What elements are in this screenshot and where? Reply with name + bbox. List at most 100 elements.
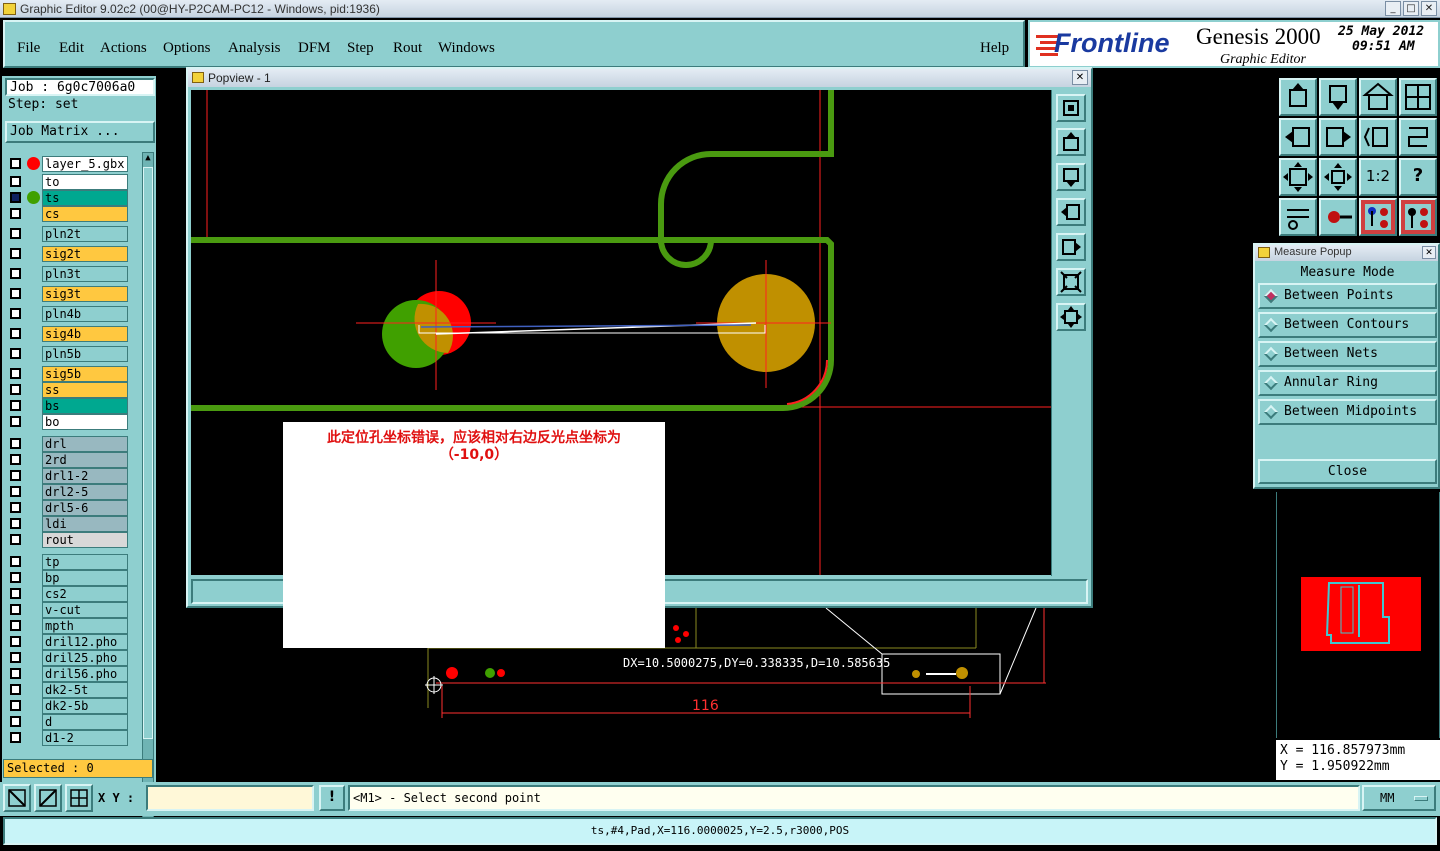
window-tool[interactable] — [1399, 78, 1437, 116]
menu-options[interactable]: Options — [163, 40, 211, 57]
layer-row[interactable]: d1-2 — [6, 730, 128, 746]
layer-name[interactable]: dk2-5t — [42, 682, 128, 698]
layer-checkbox[interactable] — [10, 684, 21, 695]
layer-name[interactable]: drl2-5 — [42, 484, 128, 500]
layer-name[interactable]: cs2 — [42, 586, 128, 602]
layer-name[interactable]: d — [42, 714, 128, 730]
layer-row[interactable]: ss — [6, 382, 128, 398]
layer-name[interactable]: layer_5.gbx — [42, 156, 128, 172]
radio-diamond-icon[interactable] — [1263, 404, 1279, 420]
radio-diamond-icon[interactable] — [1263, 346, 1279, 362]
layer-row[interactable]: dk2-5b — [6, 698, 128, 714]
layer-row[interactable]: pln3t — [6, 266, 128, 282]
home-tool[interactable] — [1359, 78, 1397, 116]
pan-up-button[interactable] — [1056, 128, 1086, 156]
layer-name[interactable]: pln2t — [42, 226, 128, 242]
layer-checkbox[interactable] — [10, 502, 21, 513]
layer-checkbox[interactable] — [10, 620, 21, 631]
layer-name[interactable]: d1-2 — [42, 730, 128, 746]
layer-row[interactable]: sig4b — [6, 326, 128, 342]
menu-file[interactable]: File — [17, 40, 40, 57]
radio-diamond-icon[interactable] — [1263, 375, 1279, 391]
scroll-up-icon[interactable]: ▲ — [143, 153, 153, 165]
layer-name[interactable]: sig2t — [42, 246, 128, 262]
layer-name[interactable]: sig3t — [42, 286, 128, 302]
zoom-home-button[interactable] — [1056, 94, 1086, 122]
minimize-button[interactable]: _ — [1385, 1, 1401, 16]
layer-checkbox[interactable] — [10, 518, 21, 529]
layer-checkbox[interactable] — [10, 348, 21, 359]
close-window-button[interactable]: ✕ — [1421, 1, 1437, 16]
layer-checkbox[interactable] — [10, 416, 21, 427]
layer-checkbox[interactable] — [10, 288, 21, 299]
popview-close-button[interactable]: ✕ — [1072, 70, 1088, 85]
grid-tool-button[interactable] — [65, 784, 93, 812]
measure-option[interactable]: Between Nets — [1258, 341, 1437, 367]
maximize-button[interactable]: □ — [1403, 1, 1419, 16]
layer-compare-tool[interactable] — [1359, 198, 1397, 236]
measure-close-button[interactable]: Close — [1258, 459, 1437, 484]
layer-row[interactable]: dril56.pho — [6, 666, 128, 682]
layer-row[interactable]: layer_5.gbx — [6, 156, 128, 172]
layer-row[interactable]: bo — [6, 414, 128, 430]
measure-option[interactable]: Between Contours — [1258, 312, 1437, 338]
layer-row[interactable]: v-cut — [6, 602, 128, 618]
pan-right-button[interactable] — [1056, 233, 1086, 261]
layer-checkbox[interactable] — [10, 534, 21, 545]
layer-checkbox[interactable] — [10, 700, 21, 711]
layer-row[interactable]: cs2 — [6, 586, 128, 602]
pan-right-tool[interactable] — [1319, 118, 1357, 156]
select-tool-button[interactable] — [3, 784, 31, 812]
layer-name[interactable]: drl1-2 — [42, 468, 128, 484]
layer-name[interactable]: sig5b — [42, 366, 128, 382]
layer-checkbox[interactable] — [10, 668, 21, 679]
layer-name[interactable]: cs — [42, 206, 128, 222]
layer-name[interactable]: ldi — [42, 516, 128, 532]
layer-checkbox[interactable] — [10, 228, 21, 239]
menu-step[interactable]: Step — [347, 40, 374, 57]
layer-name[interactable]: v-cut — [42, 602, 128, 618]
layer-row[interactable]: drl1-2 — [6, 468, 128, 484]
layer-row[interactable]: bs — [6, 398, 128, 414]
rotate-tool[interactable] — [1399, 118, 1437, 156]
layer-checkbox[interactable] — [10, 486, 21, 497]
layer-name[interactable]: dril12.pho — [42, 634, 128, 650]
menu-dfm[interactable]: DFM — [298, 40, 331, 57]
menu-analysis[interactable]: Analysis — [228, 40, 281, 57]
measure-option[interactable]: Between Midpoints — [1258, 399, 1437, 425]
layer-name[interactable]: pln5b — [42, 346, 128, 362]
xy-input[interactable] — [146, 785, 314, 811]
layer-scrollbar[interactable]: ▲ ▼ — [142, 152, 154, 830]
layer-name[interactable]: mpth — [42, 618, 128, 634]
menu-rout[interactable]: Rout — [393, 40, 422, 57]
zoom-in-button[interactable] — [1056, 303, 1086, 331]
layer-name[interactable]: ts — [42, 190, 128, 206]
layer-row[interactable]: tp — [6, 554, 128, 570]
layer-checkbox[interactable] — [10, 328, 21, 339]
layer-checkbox[interactable] — [10, 176, 21, 187]
layer-name[interactable]: to — [42, 174, 128, 190]
pan-up-tool[interactable] — [1279, 78, 1317, 116]
help-question-icon[interactable]: ? — [1399, 158, 1437, 196]
layer-row[interactable]: dril25.pho — [6, 650, 128, 666]
scroll-thumb[interactable] — [143, 167, 153, 739]
layer-row[interactable]: cs — [6, 206, 128, 222]
snap-tool[interactable] — [1319, 198, 1357, 236]
radio-diamond-icon[interactable] — [1263, 317, 1279, 333]
scale-1-2-tool[interactable]: 1:2 — [1359, 158, 1397, 196]
layer-name[interactable]: bp — [42, 570, 128, 586]
layer-row[interactable]: bp — [6, 570, 128, 586]
measure-close-icon[interactable]: ✕ — [1422, 246, 1436, 259]
layer-checkbox[interactable] — [10, 604, 21, 615]
layer-name[interactable]: bs — [42, 398, 128, 414]
layer-row[interactable]: dril12.pho — [6, 634, 128, 650]
layer-checkbox[interactable] — [10, 384, 21, 395]
pan-left-button[interactable] — [1056, 198, 1086, 226]
layer-checkbox[interactable] — [10, 732, 21, 743]
zoom-in-tool[interactable] — [1319, 158, 1357, 196]
layer-row[interactable]: drl — [6, 436, 128, 452]
layer-row[interactable]: to — [6, 174, 128, 190]
layer-row[interactable]: sig3t — [6, 286, 128, 302]
menu-edit[interactable]: Edit — [59, 40, 84, 57]
layer-checkbox[interactable] — [10, 454, 21, 465]
